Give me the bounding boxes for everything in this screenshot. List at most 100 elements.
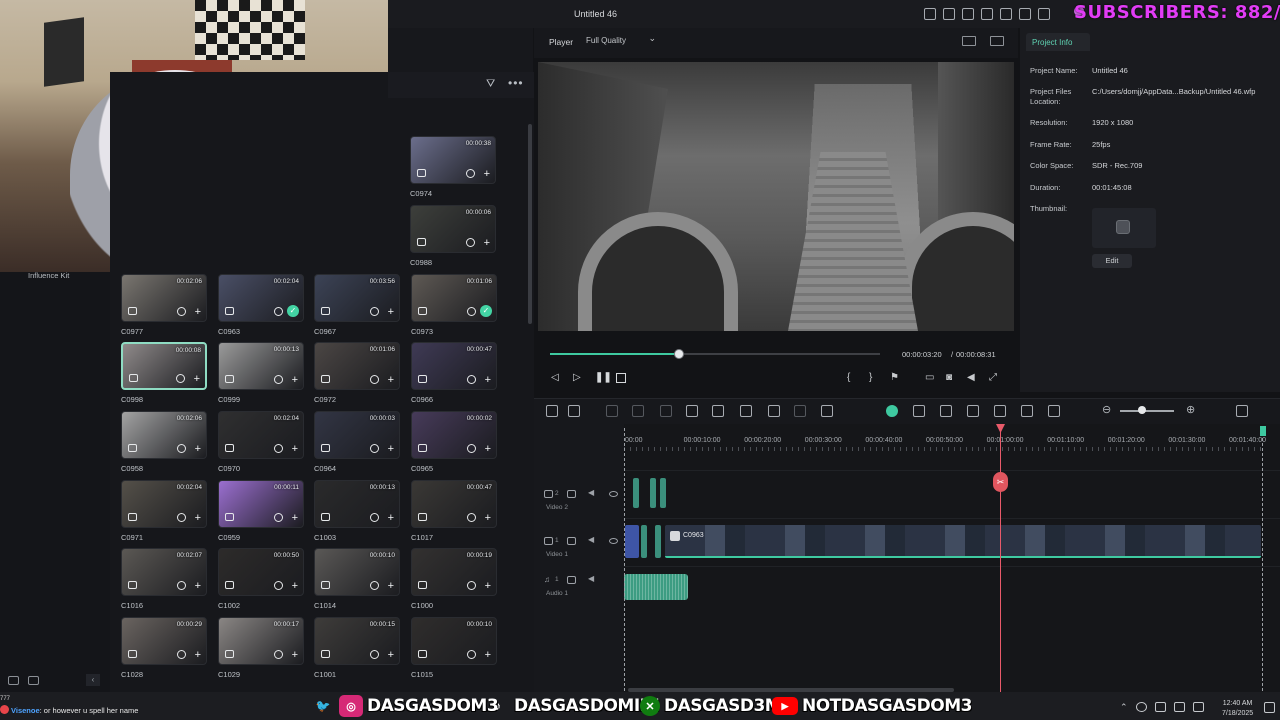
mark-out-icon[interactable]: } <box>869 372 872 383</box>
playback-progress[interactable] <box>550 349 880 359</box>
add-clip-icon[interactable]: + <box>195 444 201 455</box>
media-clip[interactable]: 00:02:06 + C0958 <box>121 411 207 473</box>
media-clip[interactable]: 00:00:10 + C1015 <box>411 617 497 679</box>
speaker-icon[interactable] <box>1173 702 1185 712</box>
media-clip[interactable]: 00:00:10 + C1014 <box>314 548 400 610</box>
chrome-icon[interactable] <box>1135 702 1147 712</box>
add-clip-icon[interactable]: + <box>485 581 491 592</box>
replace-icon[interactable] <box>1048 405 1060 417</box>
select-tool-icon[interactable] <box>568 405 580 417</box>
add-clip-icon[interactable]: + <box>485 650 491 661</box>
add-clip-icon[interactable]: + <box>388 581 394 592</box>
media-clip[interactable]: 00:00:17 + C1029 <box>218 617 304 679</box>
clip-preview-icon[interactable] <box>370 444 379 453</box>
clip-thumbnail[interactable]: 00:00:02 + <box>411 411 497 459</box>
video1-clip-small[interactable] <box>641 525 647 558</box>
add-clip-icon[interactable]: + <box>292 444 298 455</box>
folder-icon[interactable] <box>28 676 39 685</box>
fullscreen-icon[interactable]: ⤢ <box>989 372 997 383</box>
clip-thumbnail[interactable]: 00:01:06 ✓ <box>411 274 497 322</box>
media-clip[interactable]: 00:02:04 + C0970 <box>218 411 304 473</box>
media-clip[interactable]: 00:02:07 + C1016 <box>121 548 207 610</box>
add-clip-icon[interactable]: + <box>485 375 491 386</box>
clip-thumbnail[interactable]: 00:02:04 ✓ <box>218 274 304 322</box>
media-clip[interactable]: 00:00:13 + C1003 <box>314 480 400 542</box>
layout-icon[interactable] <box>943 8 955 20</box>
clip-thumbnail[interactable]: 00:00:19 + <box>411 548 497 596</box>
media-clip[interactable]: 00:00:15 + C1001 <box>314 617 400 679</box>
tray-chevron-icon[interactable]: ⌃ <box>1120 702 1128 712</box>
play-icon[interactable]: ▷ <box>573 373 581 383</box>
video2-clip[interactable] <box>660 478 666 508</box>
track-layout-icon[interactable] <box>1236 405 1248 417</box>
clip-thumbnail[interactable]: 00:03:56 + <box>314 274 400 322</box>
mute-icon[interactable]: ◀ <box>588 574 594 583</box>
folder-icon[interactable] <box>567 537 576 545</box>
more-tools-icon[interactable] <box>821 405 833 417</box>
eye-icon[interactable] <box>609 491 618 497</box>
auto-ripple-icon[interactable] <box>886 405 898 417</box>
media-clip[interactable]: 00:01:06 ✓ C0973 <box>411 274 497 336</box>
clip-preview-icon[interactable] <box>467 307 476 316</box>
redo-icon[interactable] <box>632 405 644 417</box>
undo-icon[interactable] <box>606 405 618 417</box>
volume-icon[interactable]: ◀ <box>967 372 975 383</box>
media-clip[interactable]: 00:00:02 + C0965 <box>411 411 497 473</box>
media-clip[interactable]: 00:00:19 + C1000 <box>411 548 497 610</box>
video1-clip-small[interactable] <box>655 525 661 558</box>
clip-preview-icon[interactable] <box>274 581 283 590</box>
playhead[interactable] <box>1000 428 1001 696</box>
clip-preview-icon[interactable] <box>370 307 379 316</box>
clip-thumbnail[interactable]: 00:00:13 + <box>218 342 304 390</box>
headset-icon[interactable] <box>1019 8 1031 20</box>
clip-preview-icon[interactable] <box>466 238 475 247</box>
prev-frame-icon[interactable]: ◁ <box>551 373 559 383</box>
media-clip[interactable]: 00:03:56 + C0967 <box>314 274 400 336</box>
playback-scrubber[interactable] <box>673 349 684 359</box>
clip-thumbnail[interactable]: 00:00:50 + <box>218 548 304 596</box>
add-clip-icon[interactable]: + <box>195 513 201 524</box>
clip-thumbnail[interactable]: 00:00:38 + <box>410 136 496 184</box>
snapshot-icon[interactable] <box>990 36 1004 46</box>
add-clip-icon[interactable]: + <box>388 513 394 524</box>
camera-icon[interactable]: ◙ <box>946 372 952 383</box>
video2-clip[interactable] <box>633 478 639 508</box>
media-clip[interactable]: 00:02:04 + C0971 <box>121 480 207 542</box>
clip-preview-icon[interactable] <box>274 650 283 659</box>
add-clip-icon[interactable]: + <box>388 375 394 386</box>
notification-icon[interactable] <box>1264 702 1275 713</box>
media-clip[interactable]: 00:00:50 + C1002 <box>218 548 304 610</box>
video-preview[interactable] <box>538 62 1014 331</box>
filter-icon[interactable]: ⛛ <box>486 78 498 90</box>
clip-thumbnail[interactable]: 00:00:15 + <box>314 617 400 665</box>
more-options-icon[interactable]: ••• <box>508 76 524 90</box>
grid-icon[interactable] <box>1038 8 1050 20</box>
shield-icon[interactable] <box>940 405 952 417</box>
mic-icon[interactable] <box>967 405 979 417</box>
layout-grid-icon[interactable] <box>546 405 558 417</box>
clip-preview-icon[interactable] <box>370 375 379 384</box>
add-clip-icon[interactable]: + <box>194 374 200 385</box>
send-icon[interactable] <box>924 8 936 20</box>
clip-thumbnail[interactable]: 00:00:47 + <box>411 342 497 390</box>
picture-in-picture-icon[interactable] <box>1021 405 1033 417</box>
video1-clip-main[interactable] <box>665 525 1261 558</box>
collapse-sidebar-icon[interactable]: ‹ <box>86 674 100 686</box>
clip-thumbnail[interactable]: 00:00:06 + <box>410 205 496 253</box>
clip-preview-icon[interactable] <box>177 650 186 659</box>
clip-thumbnail[interactable]: 00:02:06 + <box>121 274 207 322</box>
mask-icon[interactable] <box>794 405 806 417</box>
add-clip-icon[interactable]: + <box>292 650 298 661</box>
add-clip-icon[interactable]: + <box>292 581 298 592</box>
add-clip-icon[interactable]: + <box>292 513 298 524</box>
clip-preview-icon[interactable] <box>176 374 185 383</box>
clip-thumbnail[interactable]: 00:00:29 + <box>121 617 207 665</box>
clip-thumbnail[interactable]: 00:02:07 + <box>121 548 207 596</box>
add-clip-icon[interactable]: + <box>485 444 491 455</box>
clip-preview-icon[interactable] <box>274 513 283 522</box>
stop-icon[interactable] <box>616 373 626 383</box>
clip-preview-icon[interactable] <box>177 581 186 590</box>
add-clip-icon[interactable]: + <box>388 307 394 318</box>
crop-icon[interactable] <box>768 405 780 417</box>
clip-preview-icon[interactable] <box>274 375 283 384</box>
